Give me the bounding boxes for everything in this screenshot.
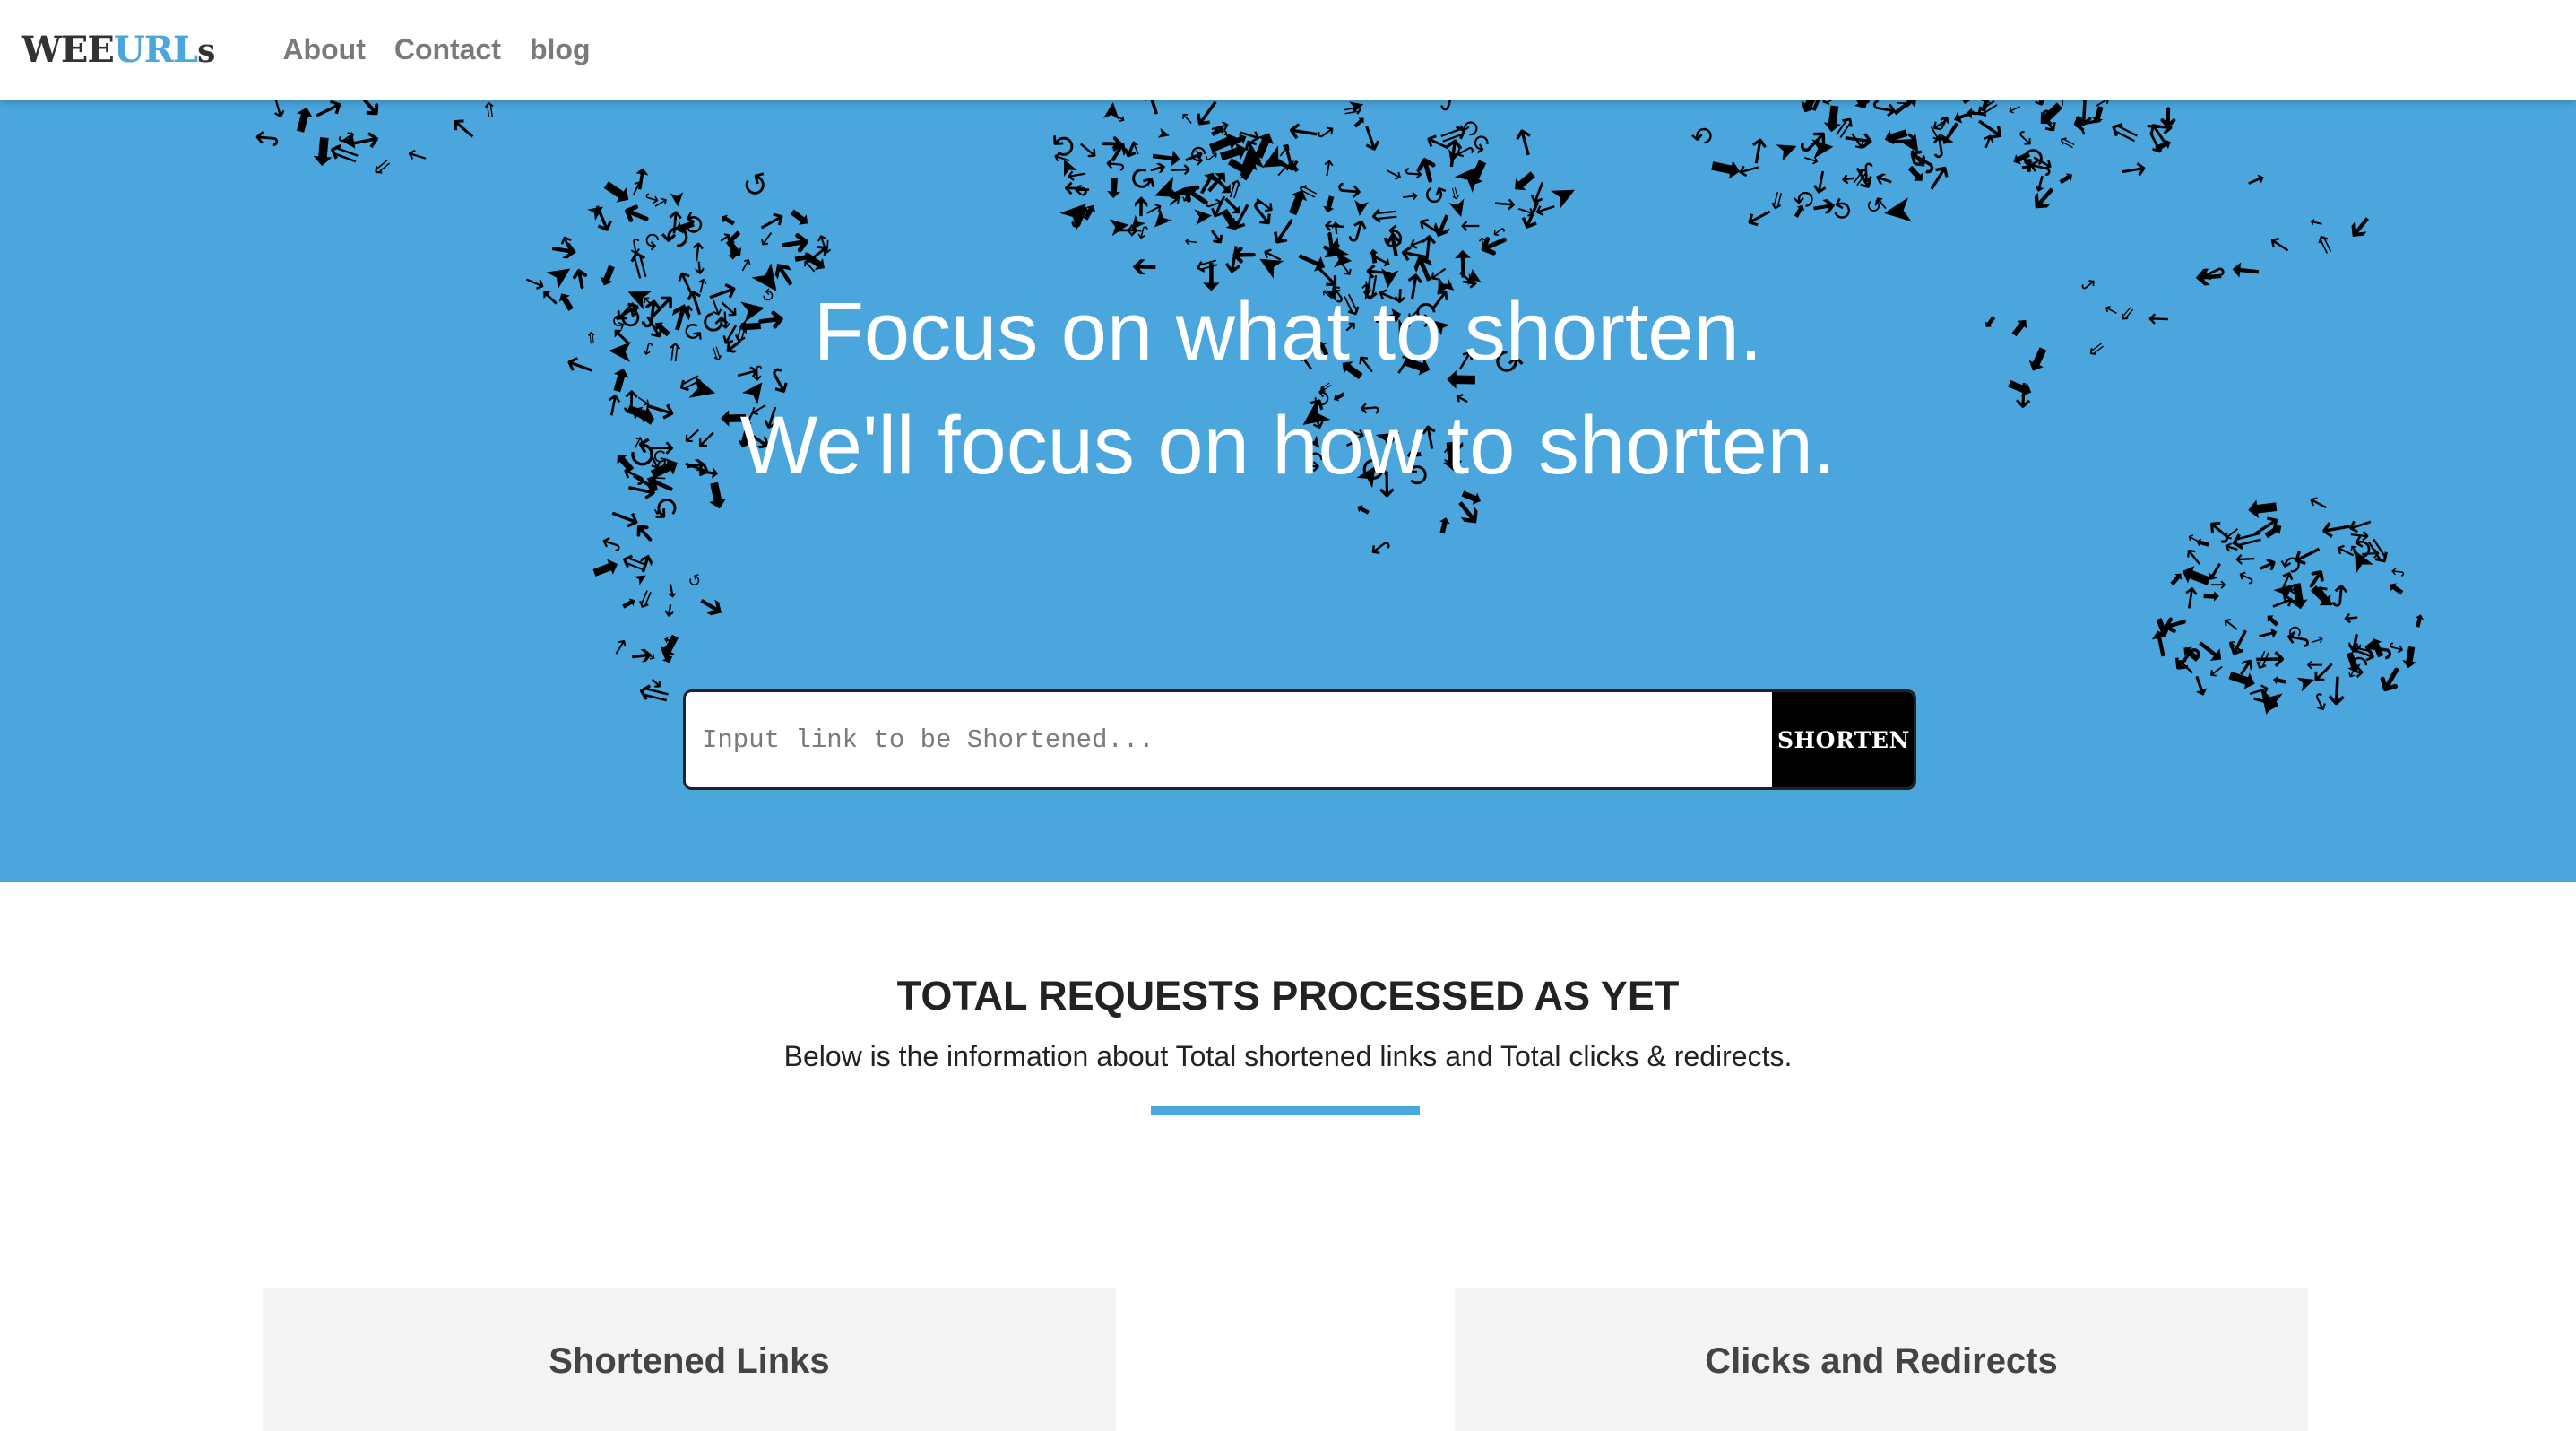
svg-text:➜: ➜ (2342, 607, 2360, 630)
svg-text:↺: ↺ (463, 100, 513, 103)
link-input[interactable] (686, 692, 1772, 787)
svg-text:⬇: ⬇ (1317, 190, 1342, 220)
svg-text:↗: ↗ (2222, 521, 2242, 546)
svg-text:➔: ➔ (659, 602, 680, 619)
site-logo[interactable]: WEEURLs (22, 29, 215, 71)
svg-text:↑: ↑ (1182, 234, 1203, 250)
svg-text:⬇: ⬇ (1364, 244, 1383, 267)
svg-text:⬇: ⬇ (1432, 511, 1456, 540)
clicks-redirects-card-title: Clicks and Redirects (1705, 1341, 2058, 1381)
svg-text:↑: ↑ (1396, 187, 1421, 206)
nav-link-blog[interactable]: blog (530, 33, 591, 66)
svg-text:➤: ➤ (1347, 196, 1376, 219)
logo-part-s: s (197, 32, 215, 70)
svg-text:➔: ➔ (1131, 248, 1158, 285)
stats-divider (1151, 1106, 1420, 1115)
svg-text:↺: ↺ (2019, 139, 2045, 175)
shortened-links-card: Shortened Links (263, 1288, 1116, 1431)
svg-text:↗: ↗ (1109, 108, 1130, 126)
svg-text:➔: ➔ (2338, 205, 2383, 249)
svg-text:➤: ➤ (1190, 200, 1215, 231)
svg-text:↘: ↘ (449, 109, 480, 150)
svg-text:↺: ↺ (686, 570, 705, 593)
svg-text:⇒: ⇒ (2306, 229, 2342, 261)
svg-text:←: ← (1170, 155, 1192, 186)
svg-text:↺: ↺ (1686, 117, 1722, 154)
svg-text:←: ← (2261, 226, 2297, 265)
nav-link-about[interactable]: About (282, 33, 365, 66)
nav-link-contact[interactable]: Contact (394, 33, 501, 66)
svg-text:⬇: ⬇ (1102, 172, 1127, 205)
svg-text:⬆: ⬆ (2409, 611, 2428, 633)
shorten-form: SHORTEN (683, 689, 1916, 790)
svg-text:↑: ↑ (1506, 120, 1545, 168)
hero-section: ⇒⬇➤→↑↪➤⇒→↗⬆↘↪↪←⇒↑↑➜↺→↘↺➜→⬆→→↺←↺➞⬇←⬆←⬆➔↗➜… (0, 100, 2576, 882)
clicks-redirects-card: Clicks and Redirects (1455, 1288, 2308, 1431)
stats-subtitle: Below is the information about Total sho… (783, 1040, 1793, 1072)
svg-text:➞: ➞ (2243, 164, 2270, 195)
svg-text:➞: ➞ (1132, 100, 1174, 121)
hero-title-line-1: Focus on what to shorten. (813, 286, 1763, 377)
svg-text:→: → (1406, 231, 1448, 264)
svg-text:➞: ➞ (2228, 249, 2262, 293)
hero-title-line-2: We'll focus on how to shorten. (739, 400, 1837, 491)
svg-text:⬇: ⬇ (1350, 499, 1374, 520)
svg-text:➞: ➞ (660, 581, 684, 601)
svg-text:↺: ↺ (739, 166, 774, 207)
svg-text:⇒: ⇒ (629, 585, 662, 614)
shorten-button[interactable]: SHORTEN (1772, 692, 1914, 787)
svg-text:↪: ↪ (2390, 561, 2406, 583)
svg-text:⇒: ⇒ (1341, 100, 1365, 126)
svg-text:↪: ↪ (1362, 529, 1398, 567)
logo-part-url: URL (113, 29, 198, 71)
logo-part-wee: WEE (22, 29, 115, 71)
svg-text:➞: ➞ (2307, 212, 2324, 233)
svg-text:↪: ↪ (1403, 160, 1423, 186)
svg-text:↑: ↑ (686, 237, 710, 269)
svg-text:↘: ↘ (402, 139, 434, 173)
svg-text:←: ← (1460, 212, 1481, 239)
svg-text:➔: ➔ (1125, 195, 1156, 218)
shortened-links-card-title: Shortened Links (549, 1341, 830, 1381)
svg-text:↪: ↪ (253, 119, 281, 157)
navbar: WEEURLs About Contact blog (0, 0, 2576, 100)
svg-text:➜: ➜ (1100, 126, 1124, 160)
nav-links: About Contact blog (282, 33, 618, 66)
stats-title: TOTAL REQUESTS PROCESSED AS YET (896, 973, 1680, 1019)
